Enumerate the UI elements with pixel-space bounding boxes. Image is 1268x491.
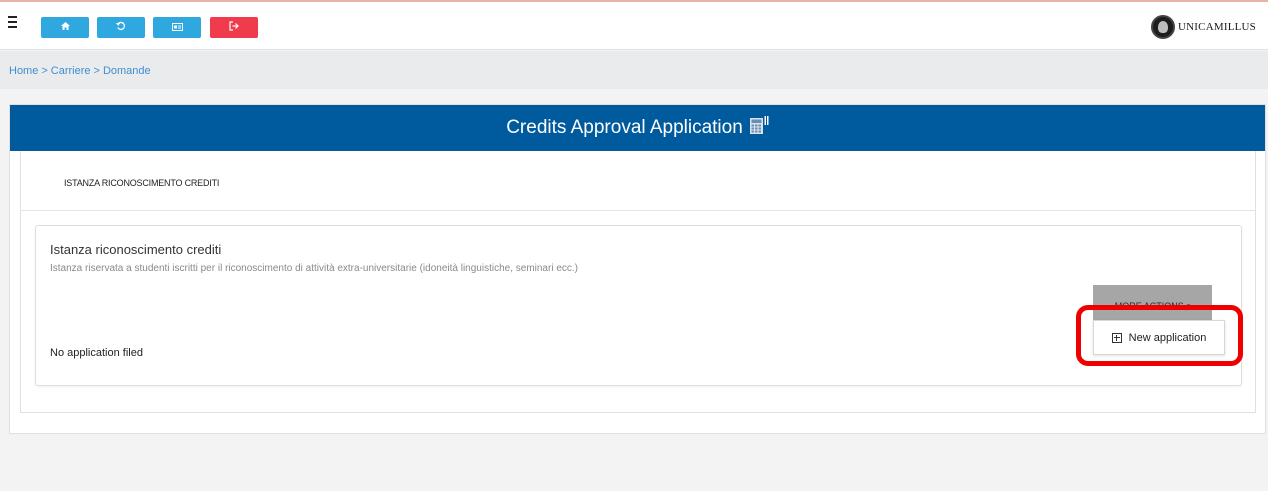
more-actions-dropdown: New application — [1093, 320, 1225, 355]
breadcrumb-carriere[interactable]: Carriere — [51, 65, 91, 77]
new-application-menu-item[interactable]: New application — [1094, 321, 1224, 354]
breadcrumb-separator: > — [41, 65, 48, 77]
breadcrumb-bar: Home > Carriere > Domande — [0, 51, 1268, 89]
page-title: Credits Approval Application — [506, 117, 743, 138]
card-subtitle: Istanza riservata a studenti iscritti pe… — [50, 263, 578, 274]
caret-down-icon: ▾ — [1186, 302, 1191, 310]
history-icon — [116, 21, 126, 34]
empty-state-text: No application filed — [50, 347, 143, 359]
more-actions-button[interactable]: MORE ACTIONS ▾ — [1093, 285, 1212, 320]
home-button[interactable] — [41, 17, 89, 38]
breadcrumb-separator: > — [93, 65, 100, 77]
main-panel: Credits Approval Application ISTANZA RIC… — [9, 104, 1266, 434]
card-title: Istanza riconoscimento crediti — [50, 242, 222, 257]
logout-icon — [229, 21, 239, 34]
breadcrumb-home[interactable]: Home — [9, 65, 38, 77]
id-card-button[interactable] — [153, 17, 201, 38]
unicamillus-logo[interactable]: UNICAMILLUS — [1151, 15, 1256, 39]
panel-header: Credits Approval Application — [10, 105, 1265, 151]
content-area: ISTANZA RICONOSCIMENTO CREDITI Istanza r… — [20, 151, 1256, 413]
breadcrumb-domande[interactable]: Domande — [103, 65, 151, 77]
top-navbar: UNICAMILLUS — [0, 2, 1268, 50]
more-actions-label: MORE ACTIONS — [1114, 300, 1184, 311]
logo-text: UNICAMILLUS — [1178, 21, 1256, 33]
home-icon — [60, 21, 71, 34]
tab-divider — [21, 210, 1255, 211]
menu-icon[interactable] — [8, 16, 22, 32]
breadcrumb: Home > Carriere > Domande — [9, 65, 151, 77]
calculator-icon — [749, 115, 769, 141]
id-card-icon — [171, 22, 183, 34]
tab-istanza-riconoscimento[interactable]: ISTANZA RICONOSCIMENTO CREDITI — [64, 178, 219, 188]
plus-square-icon — [1111, 332, 1122, 343]
logo-emblem-icon — [1151, 15, 1176, 39]
new-application-label: New application — [1128, 331, 1207, 344]
history-button[interactable] — [97, 17, 145, 38]
application-card: Istanza riconoscimento crediti Istanza r… — [35, 225, 1243, 386]
logout-button[interactable] — [210, 17, 258, 38]
